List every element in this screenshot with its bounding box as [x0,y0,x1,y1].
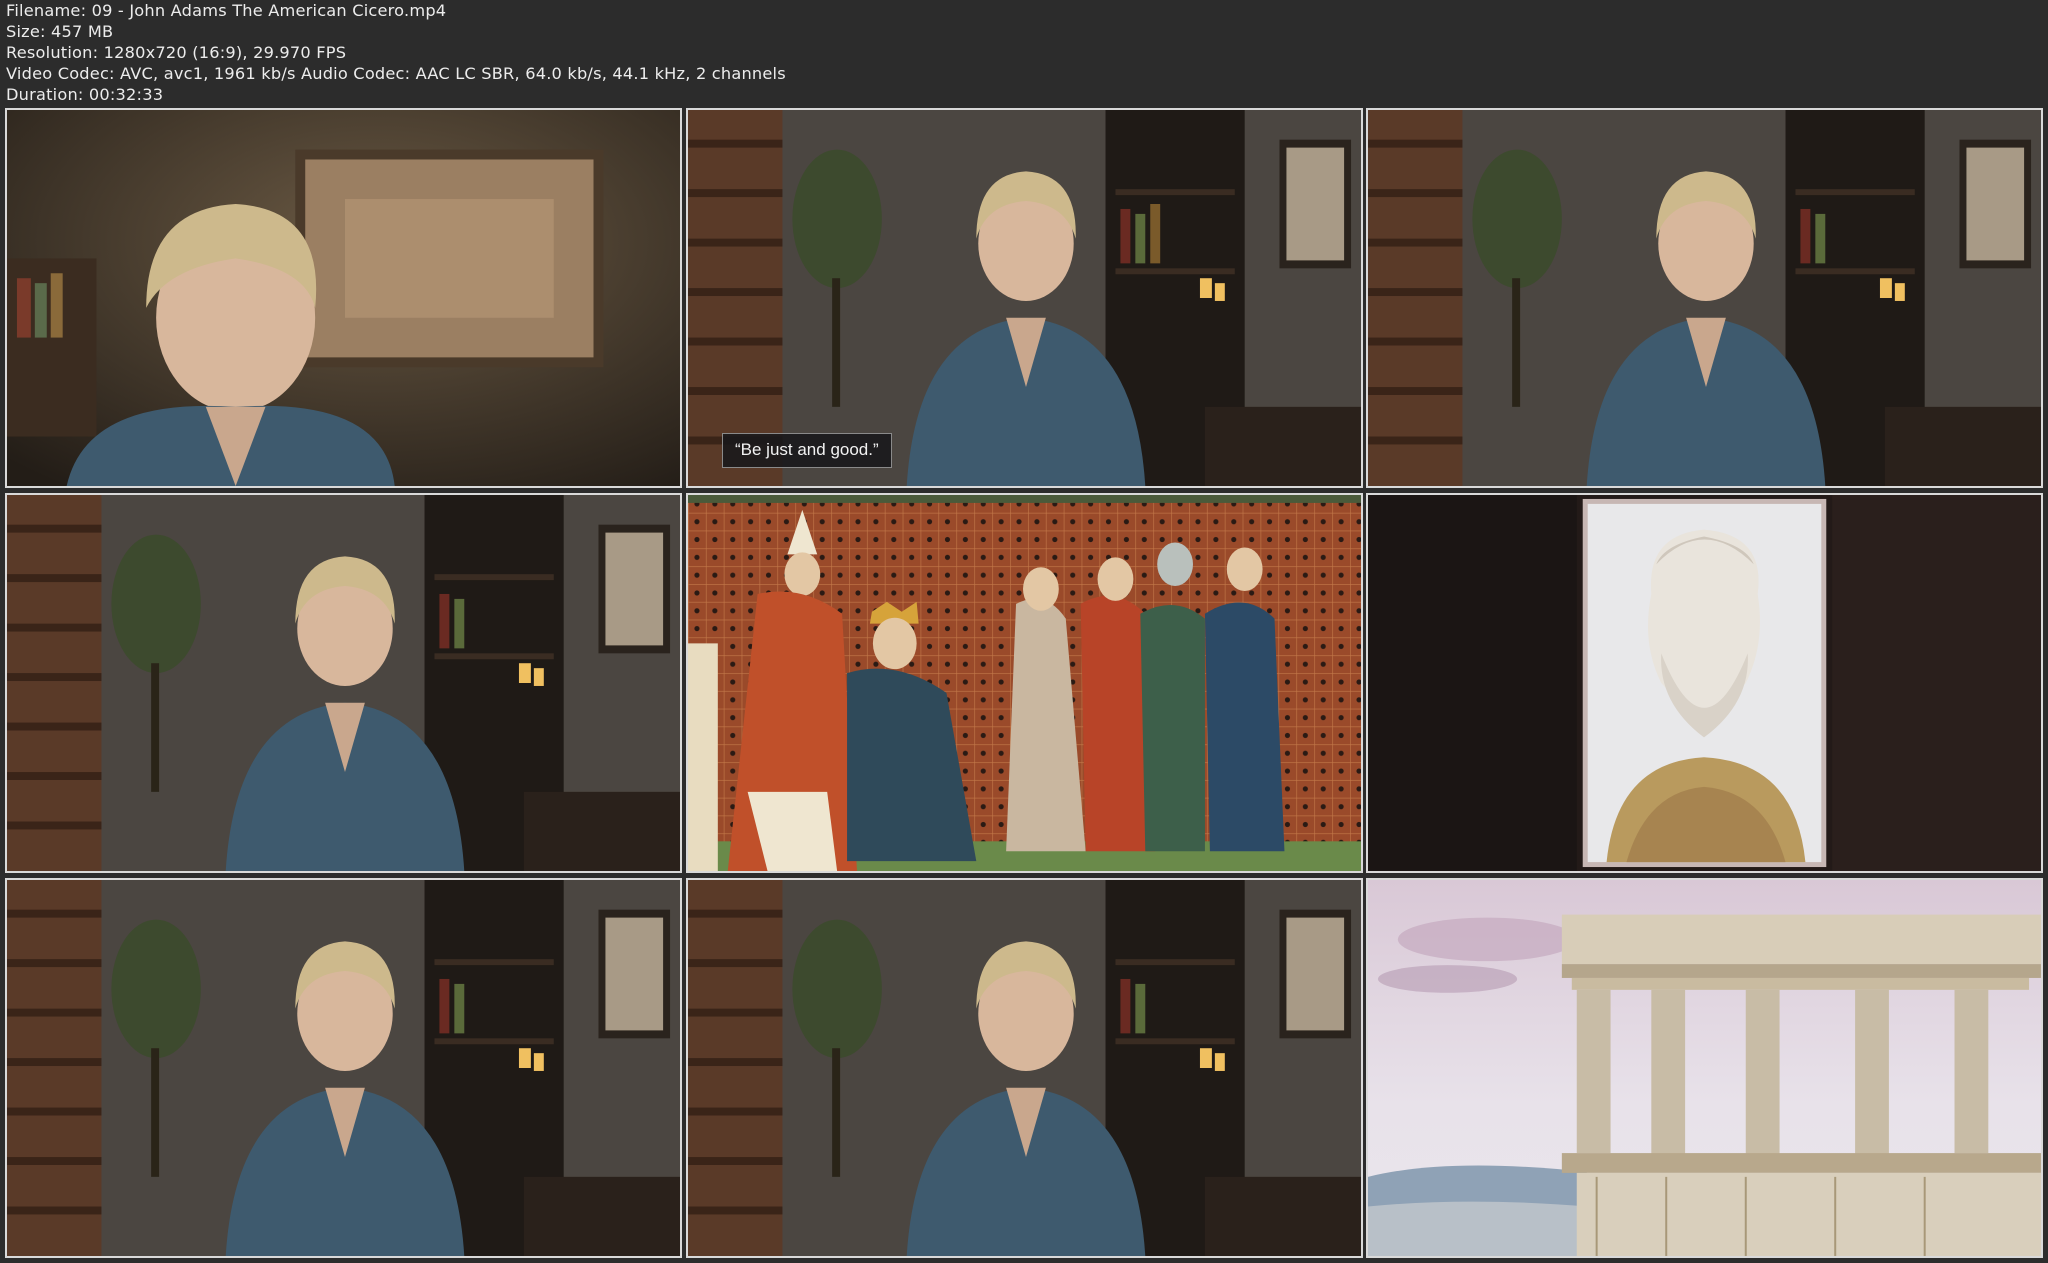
marble-bust-image [1368,495,2041,871]
thumbnail-4[interactable] [5,493,682,873]
speaker-wide-image [688,880,1361,1256]
thumbnail-6[interactable] [1366,493,2043,873]
thumbnail-7[interactable] [5,878,682,1258]
medieval-coronation-image [688,495,1361,871]
thumbnail-1[interactable] [5,108,682,488]
thumbnail-3[interactable] [1366,108,2043,488]
thumbnail-8[interactable] [686,878,1363,1258]
speaker-closeup-image [7,110,680,486]
speaker-wide-image [7,880,680,1256]
subtitle-caption: “Be just and good.” [722,433,892,468]
thumbnail-9[interactable] [1366,878,2043,1258]
caryatid-porch-image [1368,880,2041,1256]
thumbnail-2[interactable]: “Be just and good.” [686,108,1363,488]
thumbnail-5[interactable] [686,493,1363,873]
speaker-wide-image [7,495,680,871]
speaker-wide-image [688,110,1361,486]
thumbnail-grid: “Be just and good.” [0,0,2048,1263]
speaker-wide-image [1368,110,2041,486]
